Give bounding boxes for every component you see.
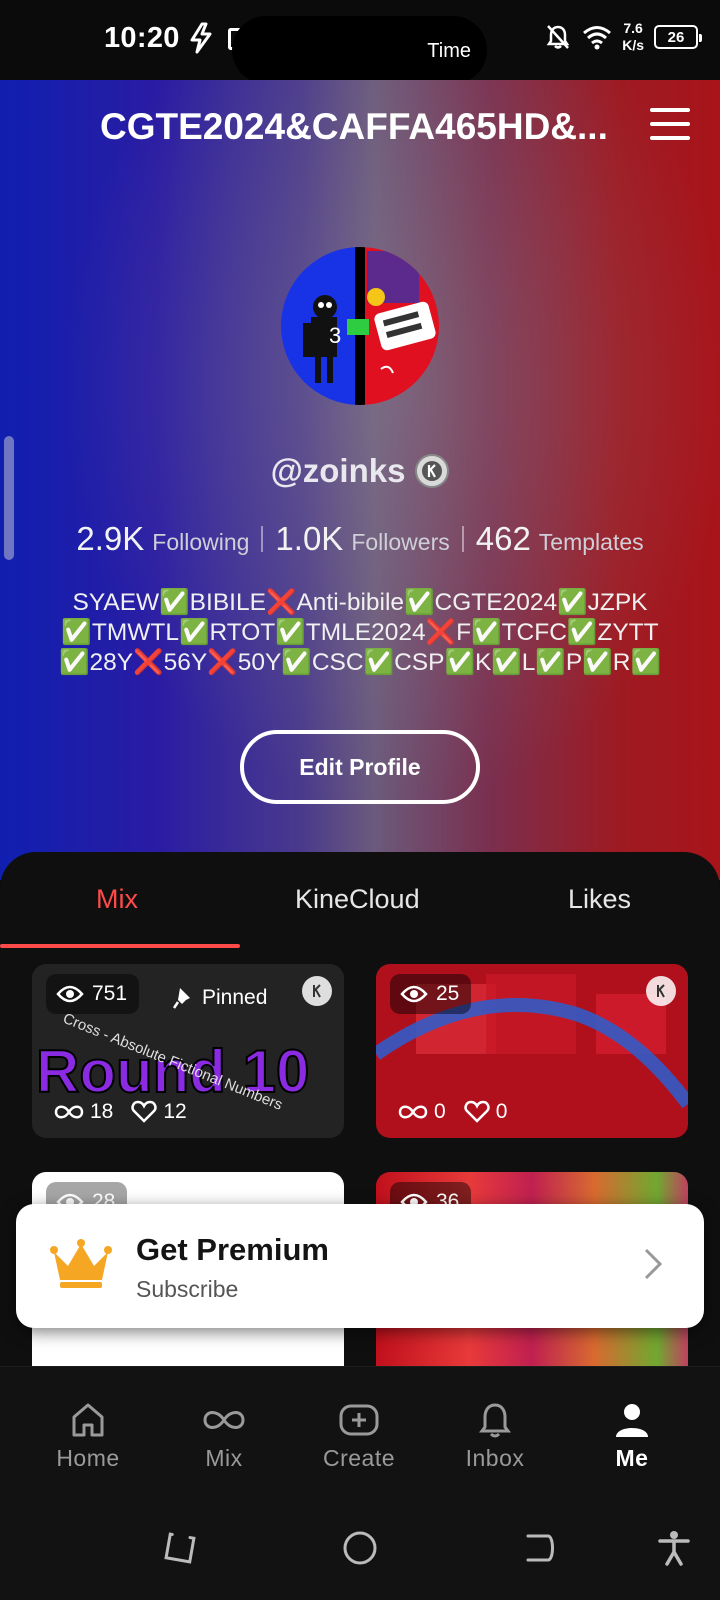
remix-icon — [398, 1105, 428, 1119]
stat-label: Followers — [351, 529, 450, 555]
menu-button[interactable] — [650, 108, 690, 140]
home-icon — [72, 1403, 104, 1437]
like-count-value: 12 — [163, 1100, 187, 1123]
crown-icon — [50, 1239, 112, 1288]
bell-icon — [479, 1403, 511, 1438]
stat-value: 2.9K — [76, 520, 145, 557]
battery-level: 26 — [667, 28, 685, 46]
username: @zoinks — [270, 452, 406, 489]
profile-header: CGTE2024&CAFFA465HD&... 3 @zoinks 2.9K F… — [0, 80, 720, 880]
status-bar: 10:20 Time 7.6 K/s 26 — [0, 0, 720, 84]
bio: SYAEW✅BIBILE❌Anti-bibile✅CGTE2024✅JZPK ✅… — [40, 588, 680, 678]
tab-likes[interactable]: Likes — [568, 884, 631, 915]
status-time: 10:20 — [104, 22, 180, 54]
stat-value: 1.0K — [275, 520, 344, 557]
avatar[interactable]: 3 — [281, 247, 439, 405]
pinned-label: Pinned — [202, 986, 268, 1009]
pill-label: Time — [427, 40, 471, 62]
nav-mix[interactable]: Mix — [164, 1401, 284, 1472]
like-count-value: 0 — [495, 1100, 508, 1123]
mix-icon — [203, 1411, 245, 1429]
nav-label: Me — [615, 1445, 649, 1471]
edit-profile-button[interactable]: Edit Profile — [240, 730, 480, 804]
bio-line: SYAEW✅BIBILE❌Anti-bibile✅CGTE2024✅JZPK — [72, 589, 648, 616]
wifi-icon — [583, 26, 612, 50]
card-stats: 18 12 — [54, 1100, 187, 1124]
view-count: 25 — [390, 974, 472, 1014]
chevron-right-icon — [644, 1248, 663, 1280]
template-card[interactable]: Round 10 Cross - Absolute Fictional Numb… — [32, 964, 344, 1138]
active-tab-indicator — [0, 944, 240, 948]
username-row: @zoinks — [0, 452, 720, 490]
menu-line — [650, 136, 690, 140]
page-title: CGTE2024&CAFFA465HD&... — [100, 106, 608, 147]
remix-count-value: 0 — [434, 1100, 446, 1123]
templates-stat[interactable]: 462 Templates — [464, 520, 656, 558]
camera-cutout: Time — [232, 16, 487, 84]
nav-label: Home — [56, 1445, 120, 1471]
like-count: 0 — [464, 1100, 508, 1124]
battery-icon: 26 — [654, 25, 702, 49]
view-count-value: 751 — [92, 982, 128, 1005]
nav-label: Create — [322, 1445, 396, 1471]
avatar-number: 3 — [329, 323, 341, 348]
system-nav — [0, 1496, 720, 1600]
pin-icon — [172, 988, 190, 1009]
card-stats: 0 0 — [398, 1100, 507, 1124]
view-count-value: 25 — [436, 982, 460, 1005]
remix-count-value: 18 — [90, 1100, 114, 1123]
menu-line — [650, 122, 690, 126]
nav-label: Mix — [205, 1445, 243, 1471]
eye-icon — [56, 985, 84, 1003]
like-count: 12 — [131, 1100, 187, 1124]
charging-bolt-icon — [190, 22, 212, 54]
menu-line — [650, 108, 690, 112]
recents-icon[interactable] — [162, 1530, 198, 1566]
template-card[interactable]: 25 0 0 — [376, 964, 688, 1138]
remix-count: 18 — [54, 1100, 113, 1124]
eye-icon — [400, 985, 428, 1003]
bio-line: ✅28Y❌56Y❌50Y✅CSC✅CSP✅K✅L✅P✅R✅ — [59, 649, 661, 676]
get-premium-banner[interactable]: Get Premium Subscribe — [16, 1204, 704, 1328]
avatar-image: 3 — [281, 247, 439, 405]
stats-row: 2.9K Following 1.0K Followers 462 Templa… — [0, 520, 720, 558]
stat-label: Following — [152, 529, 250, 555]
net-speed-unit: K/s — [622, 37, 644, 53]
pinned-badge: Pinned — [160, 978, 279, 1018]
remix-icon — [54, 1105, 84, 1119]
nav-label: Inbox — [465, 1445, 525, 1471]
accessibility-icon[interactable] — [656, 1530, 692, 1566]
bio-line: ✅TMWTL✅RTOT✅TMLE2024❌F✅TCFC✅ZYTT — [61, 619, 659, 646]
kinemaster-badge-icon — [415, 454, 450, 488]
network-speed: 7.6 K/s — [622, 20, 644, 54]
following-stat[interactable]: 2.9K Following — [64, 520, 261, 558]
net-speed-value: 7.6 — [623, 20, 643, 36]
heart-icon — [464, 1100, 490, 1123]
kinemaster-logo-icon — [302, 976, 332, 1006]
mute-bell-icon — [546, 25, 570, 49]
kinemaster-logo-icon — [646, 976, 676, 1006]
stat-label: Templates — [538, 529, 644, 555]
view-count: 751 — [46, 974, 140, 1014]
nav-create[interactable]: Create — [299, 1401, 419, 1472]
premium-subtitle: Subscribe — [136, 1276, 239, 1302]
nav-home[interactable]: Home — [28, 1401, 148, 1472]
stat-value: 462 — [475, 520, 531, 557]
create-icon — [339, 1404, 379, 1436]
person-icon — [616, 1404, 648, 1437]
bottom-nav: Home Mix Create Inbox Me — [0, 1366, 720, 1496]
home-circle-icon[interactable] — [342, 1530, 378, 1566]
nav-inbox[interactable]: Inbox — [435, 1401, 555, 1472]
back-icon[interactable] — [522, 1530, 558, 1566]
tab-kinecloud[interactable]: KineCloud — [295, 884, 420, 915]
followers-stat[interactable]: 1.0K Followers — [263, 520, 461, 558]
tab-mix[interactable]: Mix — [96, 884, 138, 915]
status-icons: 7.6 K/s 26 — [544, 20, 702, 54]
remix-count: 0 — [398, 1100, 446, 1124]
nav-me[interactable]: Me — [572, 1401, 692, 1472]
premium-title: Get Premium — [136, 1232, 329, 1267]
heart-icon — [131, 1100, 157, 1123]
